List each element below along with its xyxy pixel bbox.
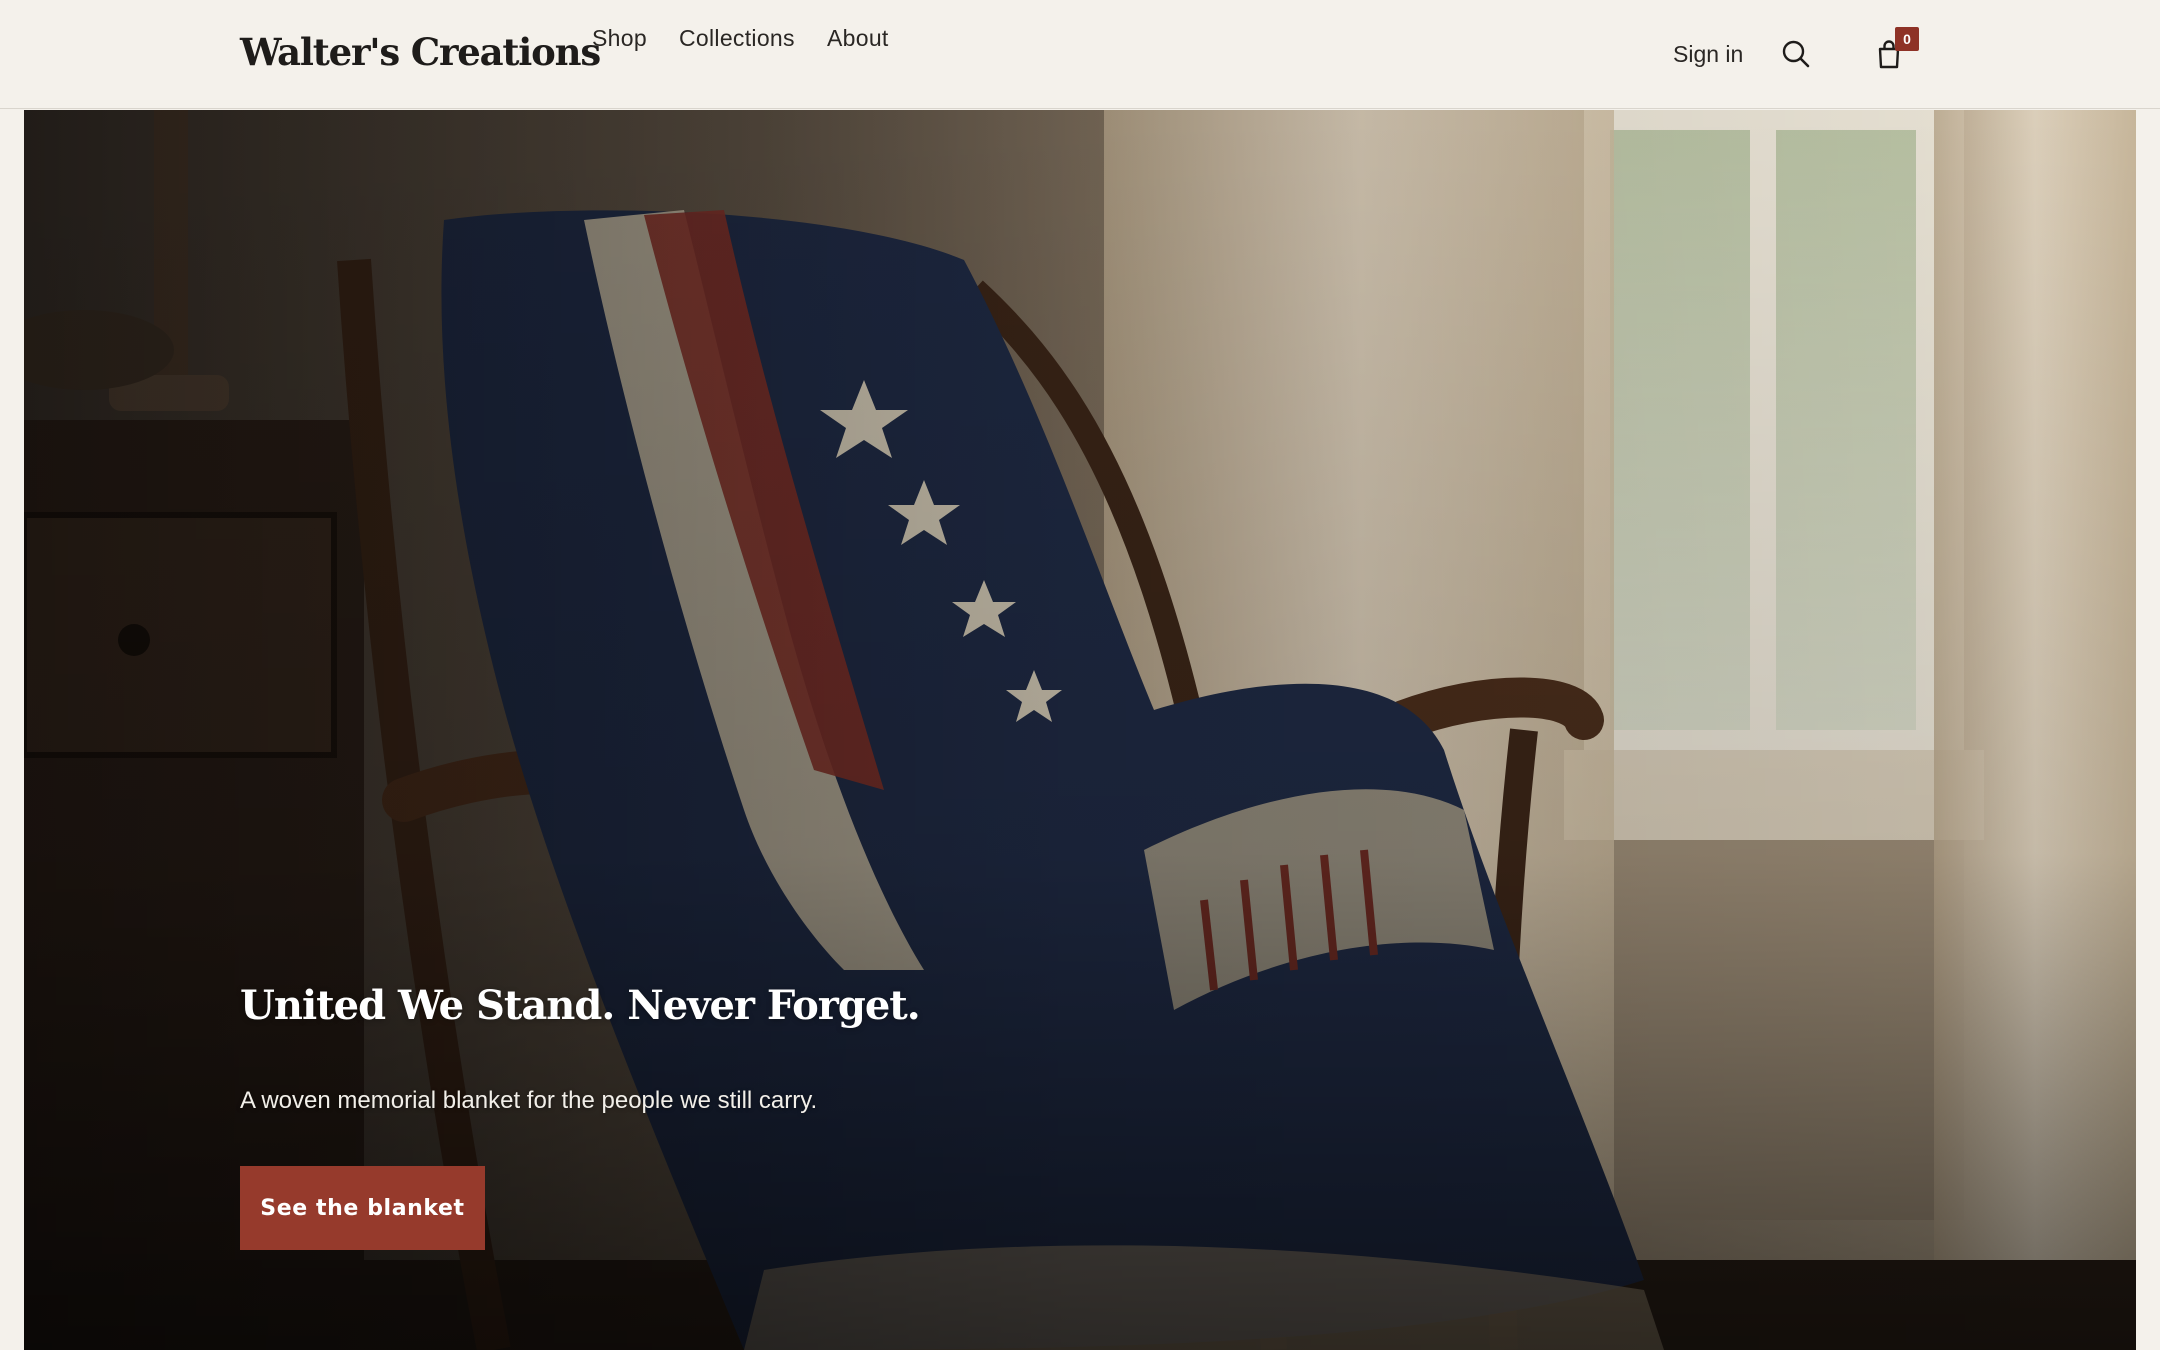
nav-link-shop[interactable]: Shop bbox=[592, 25, 647, 52]
hero-title: United We Stand. Never Forget. bbox=[240, 982, 921, 1029]
site-header: Walter's Creations Shop Collections Abou… bbox=[0, 0, 2160, 109]
hero-banner: United We Stand. Never Forget. A woven m… bbox=[24, 110, 2136, 1350]
cart-count-badge: 0 bbox=[1895, 27, 1919, 51]
nav-link-collections[interactable]: Collections bbox=[679, 25, 795, 52]
nav-link-about[interactable]: About bbox=[827, 25, 889, 52]
sign-in-link[interactable]: Sign in bbox=[1673, 41, 1743, 68]
see-blanket-button[interactable]: See the blanket bbox=[240, 1166, 485, 1250]
brand-logo[interactable]: Walter's Creations bbox=[240, 30, 601, 74]
search-icon-glyph bbox=[1782, 40, 1810, 68]
hero-image bbox=[24, 110, 2136, 1350]
search-icon[interactable] bbox=[1781, 39, 1811, 69]
hero-subtitle: A woven memorial blanket for the people … bbox=[240, 1087, 818, 1114]
